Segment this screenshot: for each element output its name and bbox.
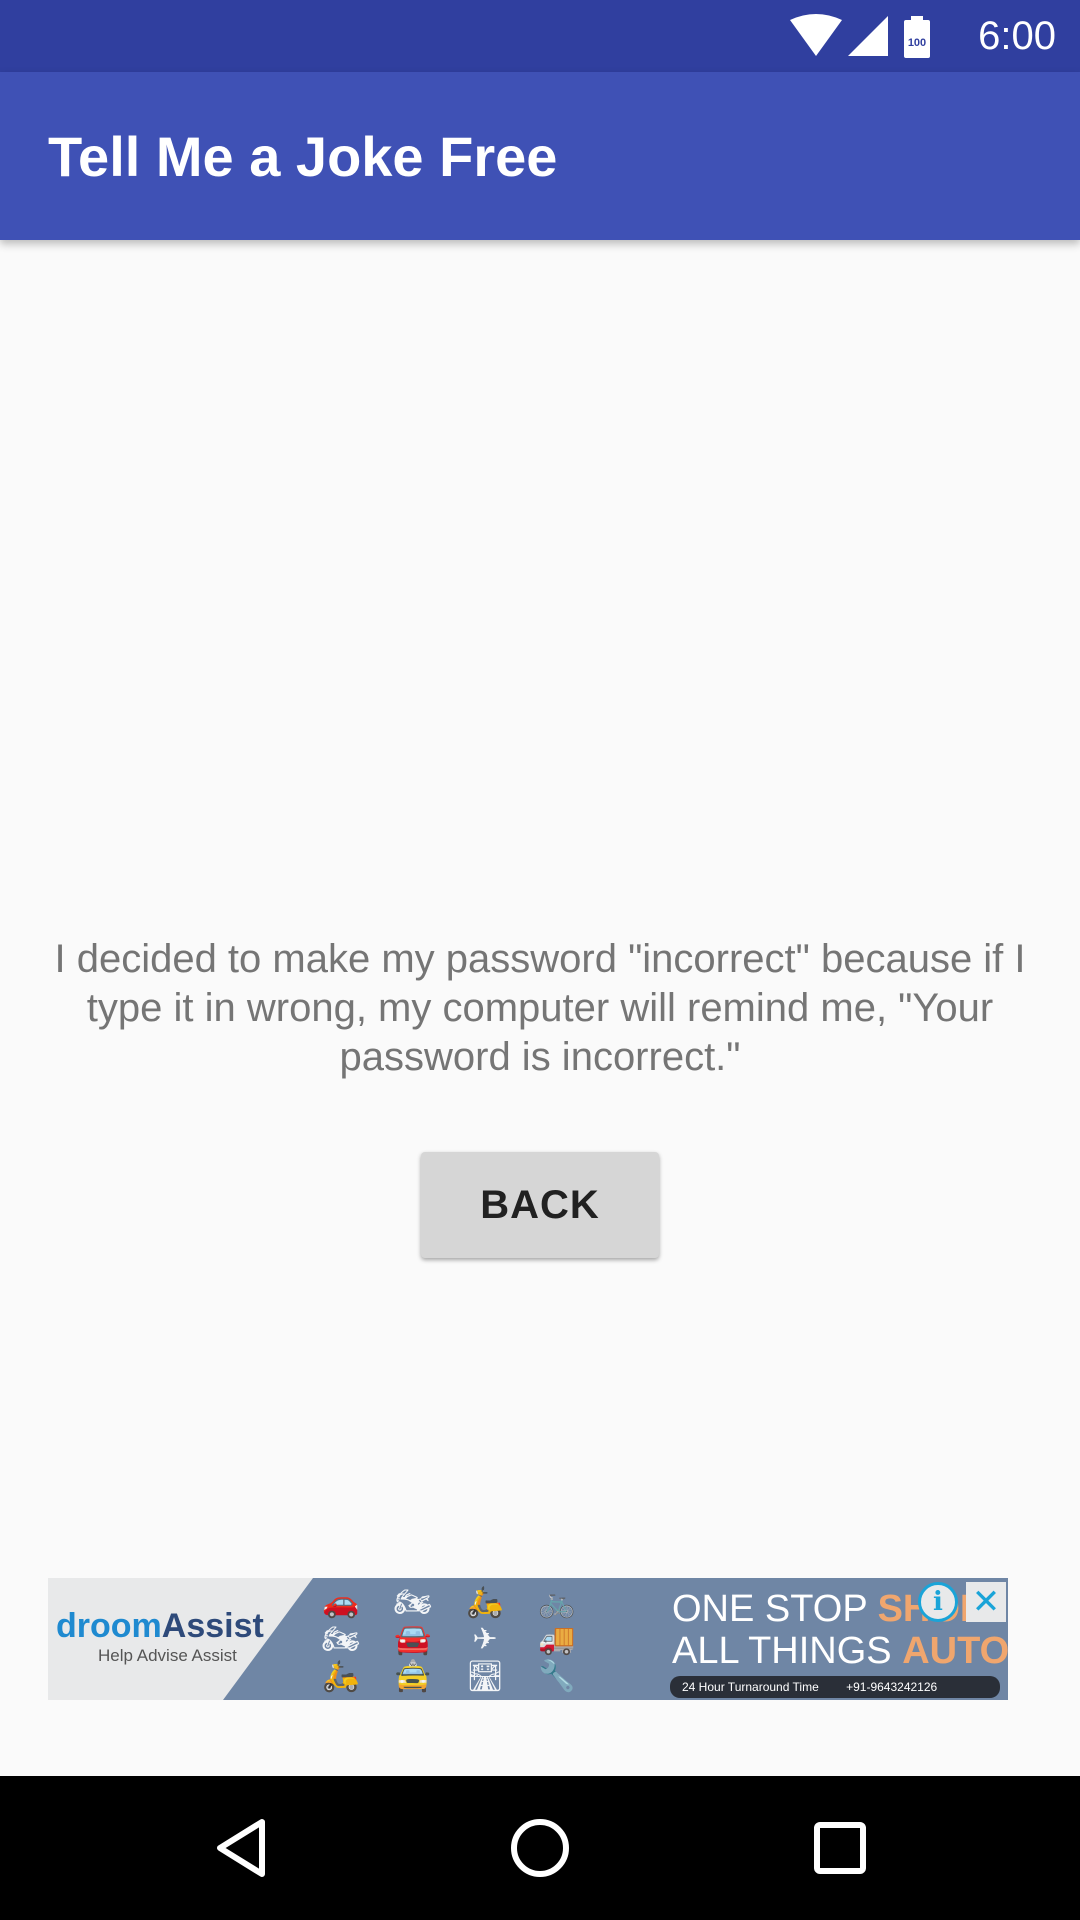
ad-headline-line1-plain: ONE STOP bbox=[672, 1588, 878, 1630]
car-icon: 🚗 bbox=[322, 1585, 360, 1620]
battery-icon: 100 bbox=[904, 16, 930, 58]
ad-info-row: 24 Hour Turnaround Time +91-9643242126 bbox=[670, 1676, 1000, 1698]
close-icon[interactable]: ✕ bbox=[966, 1582, 1006, 1622]
sportbike-icon: 🏍 bbox=[321, 1622, 361, 1657]
ad-headline-line2-plain: ALL THINGS bbox=[672, 1630, 903, 1672]
bicycle-icon: 🚲 bbox=[538, 1585, 576, 1620]
airplane-icon: ✈ bbox=[472, 1622, 498, 1657]
home-circle-icon[interactable] bbox=[504, 1812, 576, 1884]
scooter-icon: 🛵 bbox=[466, 1585, 504, 1620]
back-triangle-icon[interactable] bbox=[206, 1812, 278, 1884]
road-icon: 🛣 bbox=[465, 1659, 505, 1694]
ad-tagline: Help Advise Assist bbox=[98, 1646, 237, 1665]
ad-phone: +91-9643242126 bbox=[846, 1680, 938, 1694]
motorcycle-icon: 🏍 bbox=[393, 1585, 433, 1620]
app-bar: Tell Me a Joke Free bbox=[0, 72, 1080, 240]
ad-brand-part1: droom bbox=[56, 1607, 162, 1645]
joke-text: I decided to make my password "incorrect… bbox=[54, 937, 1026, 1079]
ad-vehicle-icons: 🚗 🏍 🛵 🚲 🏍 🚘 ✈ 🚚 🛵 🚖 🛣 🔧 🚙 bbox=[313, 1584, 653, 1700]
ad-brand-part2: Assist bbox=[161, 1607, 264, 1645]
ad-headline-line2: ALL THINGS AUTOMOBILE bbox=[672, 1630, 1008, 1672]
moped-icon: 🛵 bbox=[322, 1659, 360, 1694]
status-bar: 100 6:00 bbox=[0, 0, 1080, 72]
mechanic-icon: 🔧 bbox=[538, 1659, 576, 1694]
wifi-icon bbox=[790, 14, 842, 56]
main-content: I decided to make my password "incorrect… bbox=[0, 240, 1080, 1776]
ad-turnaround: 24 Hour Turnaround Time bbox=[682, 1680, 819, 1694]
app-title: Tell Me a Joke Free bbox=[48, 125, 558, 188]
back-button[interactable]: BACK bbox=[421, 1152, 659, 1258]
recents-square-icon[interactable] bbox=[804, 1812, 876, 1884]
car-wash-icon: 🚙 bbox=[313, 1695, 369, 1700]
ad-headline-line2-highlight: AUTOMOBILE bbox=[902, 1630, 1008, 1672]
battery-level-text: 100 bbox=[908, 37, 926, 49]
ad-banner[interactable]: droomAssist Help Advise Assist 🚗 🏍 🛵 🚲 🏍… bbox=[48, 1578, 1008, 1700]
ad-headline-line1: ONE STOP SHOP bbox=[672, 1588, 1008, 1630]
ad-logo: droomAssist Help Advise Assist bbox=[56, 1608, 276, 1666]
sedan-icon: 🚘 bbox=[394, 1622, 432, 1657]
ad-choices-icon[interactable]: i bbox=[918, 1582, 958, 1622]
status-icons: 100 bbox=[790, 14, 930, 58]
cellular-signal-icon bbox=[848, 16, 888, 56]
navigation-bar bbox=[0, 1776, 1080, 1920]
truck-icon: 🚚 bbox=[538, 1622, 576, 1657]
car-service-icon: 🚖 bbox=[394, 1659, 432, 1694]
status-time: 6:00 bbox=[978, 14, 1056, 58]
ad-brand: droomAssist bbox=[56, 1608, 276, 1644]
